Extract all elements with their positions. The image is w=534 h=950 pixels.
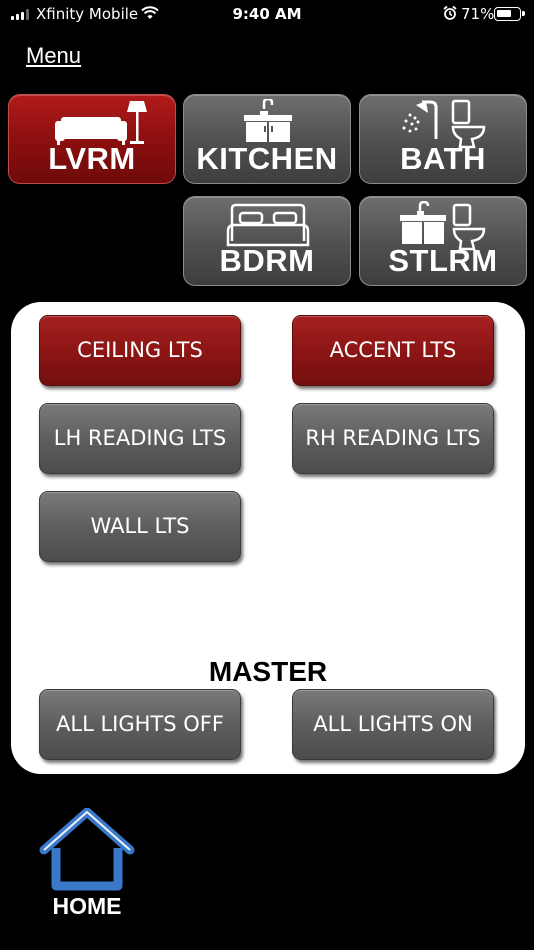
battery-percent: 71% [461, 5, 495, 23]
master-title: MASTER [208, 656, 328, 687]
room-label: BDRM [219, 243, 315, 278]
alarm-icon [443, 5, 457, 20]
room-button-kitchen[interactable]: KITCHEN [183, 94, 351, 184]
home-button[interactable]: HOME [38, 808, 136, 924]
home-icon [39, 808, 135, 891]
lh-reading-lights-button[interactable]: LH READING LTS [39, 403, 241, 474]
wall-lights-button[interactable]: WALL LTS [39, 491, 241, 562]
battery-icon [494, 7, 525, 21]
accent-lights-button[interactable]: ACCENT LTS [292, 315, 494, 386]
room-button-bdrm[interactable]: BDRM [183, 196, 351, 286]
all-lights-off-button[interactable]: ALL LIGHTS OFF [39, 689, 241, 760]
rh-reading-lights-button[interactable]: RH READING LTS [292, 403, 494, 474]
home-label: HOME [52, 893, 122, 919]
menu-link[interactable]: Menu [26, 43, 81, 69]
room-button-lvrm[interactable]: LVRM [8, 94, 176, 184]
room-button-stlrm[interactable]: STLRM [359, 196, 527, 286]
room-label: KITCHEN [196, 141, 338, 176]
room-label: BATH [400, 141, 486, 176]
room-label: LVRM [48, 141, 136, 176]
room-button-bath[interactable]: BATH [359, 94, 527, 184]
all-lights-on-button[interactable]: ALL LIGHTS ON [292, 689, 494, 760]
status-bar: Xfinity Mobile 9:40 AM 71% [0, 0, 534, 30]
ceiling-lights-button[interactable]: CEILING LTS [39, 315, 241, 386]
room-label: STLRM [388, 243, 498, 278]
